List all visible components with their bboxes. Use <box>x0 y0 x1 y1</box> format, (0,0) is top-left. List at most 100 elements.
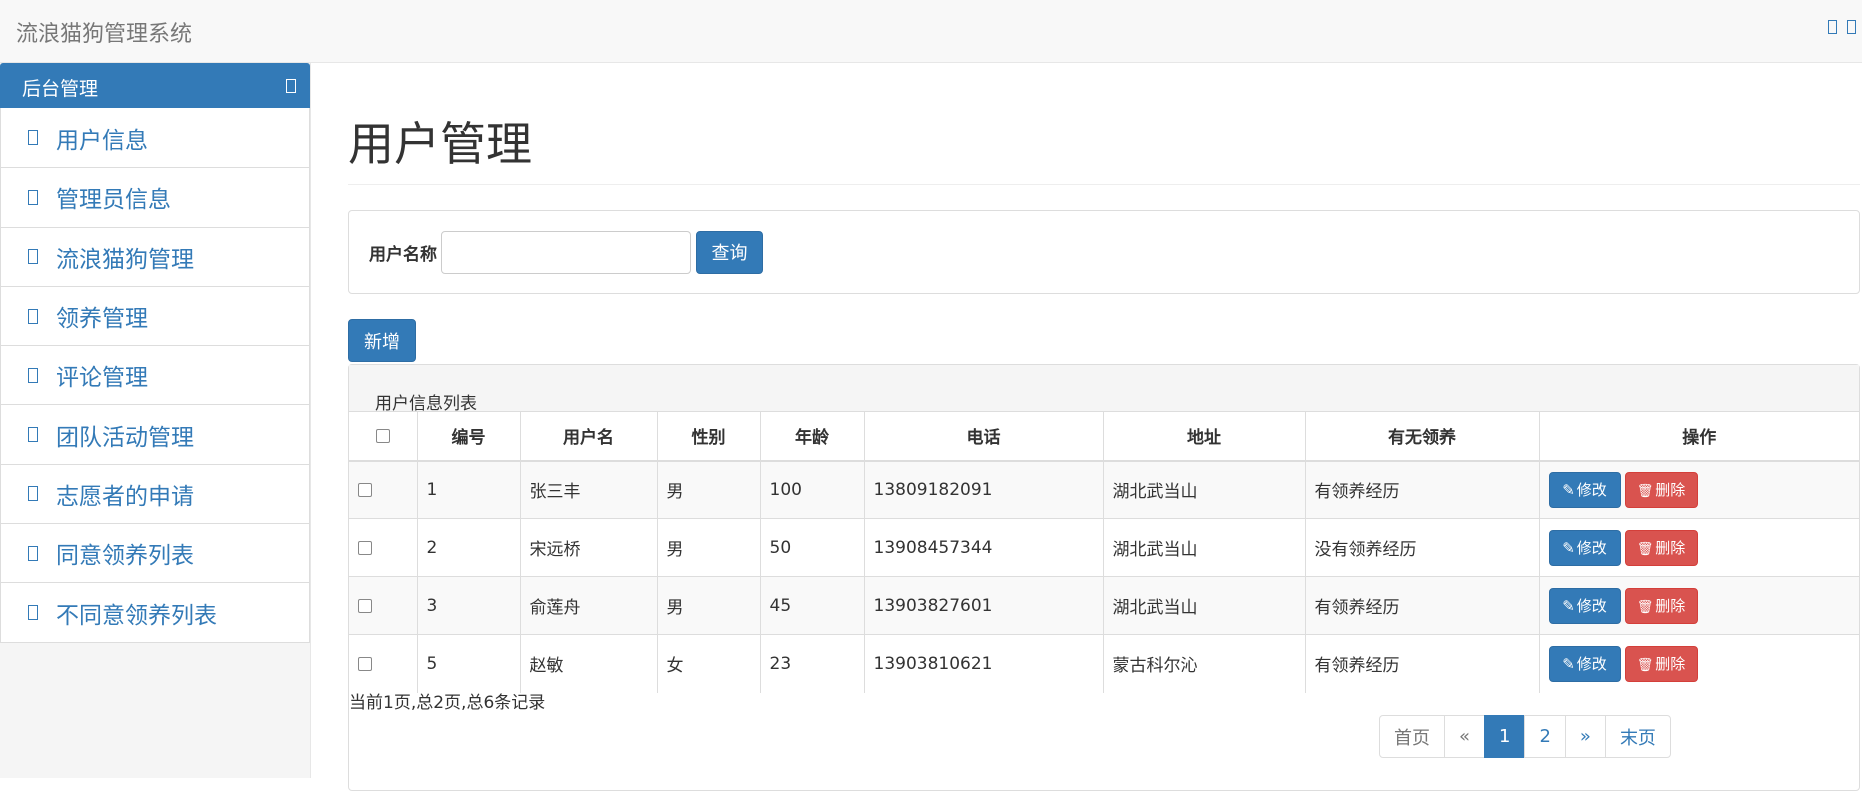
edit-button[interactable]: 修改 <box>1548 471 1621 508</box>
cell-age: 45 <box>759 576 864 635</box>
row-select-cell <box>349 634 417 693</box>
sidebar: 后台管理 用户信息 管理员信息 流浪猫狗管理 领养管理 评论管理 团队活动管理 … <box>0 63 311 778</box>
edit-label: 修改 <box>1576 539 1607 557</box>
page-number[interactable]: 1 <box>1484 715 1526 758</box>
select-all-checkbox[interactable] <box>375 428 390 443</box>
search-label: 用户名称 <box>369 244 437 265</box>
sidebar-item-volunteer-applications[interactable]: 志愿者的申请 <box>1 463 309 523</box>
row-select-cell <box>349 460 417 519</box>
page-next[interactable]: » <box>1564 715 1606 758</box>
cell-phone: 13903827601 <box>863 576 1103 635</box>
page-first[interactable]: 首页 <box>1379 715 1445 758</box>
sidebar-item-comments[interactable]: 评论管理 <box>1 345 309 404</box>
sidebar-item-label: 志愿者的申请 <box>56 483 194 510</box>
column-header[interactable]: 有无领养 <box>1304 411 1539 462</box>
cell-username: 赵敏 <box>519 634 657 693</box>
column-header[interactable]: 编号 <box>416 411 520 462</box>
sidebar-item-label: 管理员信息 <box>56 187 171 214</box>
search-panel: 用户名称 查询 <box>348 210 1860 294</box>
list-icon <box>28 486 38 502</box>
top-icons <box>1828 20 1856 34</box>
user-icon[interactable] <box>1828 20 1837 34</box>
sidebar-item-label: 流浪猫狗管理 <box>56 246 194 273</box>
cell-address: 湖北武当山 <box>1102 576 1305 635</box>
cell-gender: 男 <box>656 576 760 635</box>
page-prev[interactable]: « <box>1444 715 1486 758</box>
edit-button[interactable]: 修改 <box>1548 529 1621 566</box>
column-header[interactable]: 地址 <box>1102 411 1305 462</box>
table-row: 2 宋远桥 男 50 13908457344 湖北武当山 没有领养经历 修改 删除 <box>349 518 1859 577</box>
page-title: 用户管理 <box>348 108 1860 185</box>
cell-address: 蒙古科尔沁 <box>1102 634 1305 693</box>
delete-button[interactable]: 删除 <box>1624 587 1698 624</box>
row-select-cell <box>349 576 417 635</box>
sidebar-item-label: 用户信息 <box>56 127 148 154</box>
list-icon <box>28 249 38 265</box>
list-icon <box>28 308 38 324</box>
pencil-icon <box>1562 597 1577 615</box>
app-brand[interactable]: 流浪猫狗管理系统 <box>16 16 192 48</box>
cell-age: 100 <box>759 460 864 519</box>
list-icon <box>28 427 38 443</box>
sidebar-item-approved-adoptions[interactable]: 同意领养列表 <box>1 523 309 582</box>
sidebar-item-label: 评论管理 <box>56 365 148 392</box>
cell-phone: 13908457344 <box>863 518 1103 577</box>
column-header[interactable]: 性别 <box>656 411 760 462</box>
sidebar-header-label: 后台管理 <box>22 78 99 100</box>
delete-button[interactable]: 删除 <box>1624 471 1698 508</box>
sidebar-header[interactable]: 后台管理 <box>0 63 310 108</box>
delete-button[interactable]: 删除 <box>1624 529 1698 566</box>
sidebar-item-label: 不同意领养列表 <box>56 602 217 629</box>
add-button[interactable]: 新增 <box>348 319 416 362</box>
cell-phone: 13809182091 <box>863 460 1103 519</box>
row-checkbox[interactable] <box>358 482 372 497</box>
page-number[interactable]: 2 <box>1524 715 1566 758</box>
row-checkbox[interactable] <box>358 540 372 555</box>
cell-username: 宋远桥 <box>519 518 657 577</box>
trash-icon <box>1637 655 1656 673</box>
delete-label: 删除 <box>1655 597 1686 615</box>
list-icon <box>28 545 38 561</box>
user-table: 编号 用户名 性别 年龄 电话 地址 有无领养 操作 1 张三丰 男 100 1… <box>349 411 1859 693</box>
delete-button[interactable]: 删除 <box>1624 645 1698 682</box>
pencil-icon <box>1562 539 1577 557</box>
cell-username: 张三丰 <box>519 460 657 519</box>
user-list-panel: 用户信息列表 编号 用户名 性别 年龄 电话 地址 有无领养 操作 1 张三丰 … <box>348 364 1860 791</box>
table-header-row: 编号 用户名 性别 年龄 电话 地址 有无领养 操作 <box>349 411 1859 462</box>
sidebar-item-label: 团队活动管理 <box>56 424 194 451</box>
query-button[interactable]: 查询 <box>696 230 763 274</box>
sidebar-list: 用户信息 管理员信息 流浪猫狗管理 领养管理 评论管理 团队活动管理 志愿者的申… <box>0 108 310 643</box>
column-header[interactable]: 用户名 <box>519 411 657 462</box>
top-navbar: 流浪猫狗管理系统 <box>0 0 1862 63</box>
sidebar-item-user-info[interactable]: 用户信息 <box>1 108 309 167</box>
edit-button[interactable]: 修改 <box>1548 645 1621 682</box>
cell-actions: 修改 删除 <box>1538 576 1859 635</box>
row-checkbox[interactable] <box>358 656 372 671</box>
column-header[interactable]: 电话 <box>863 411 1103 462</box>
select-all-cell <box>349 411 417 462</box>
sidebar-item-adoption[interactable]: 领养管理 <box>1 285 309 345</box>
cell-phone: 13903810621 <box>863 634 1103 693</box>
list-icon <box>28 189 38 205</box>
collapse-icon[interactable] <box>286 79 296 93</box>
cell-actions: 修改 删除 <box>1538 460 1859 519</box>
page-last[interactable]: 末页 <box>1604 715 1671 758</box>
cell-id: 2 <box>416 518 520 577</box>
column-header[interactable]: 年龄 <box>759 411 864 462</box>
sidebar-item-stray-animals[interactable]: 流浪猫狗管理 <box>1 226 309 286</box>
cell-id: 5 <box>416 634 520 693</box>
row-checkbox[interactable] <box>358 598 372 613</box>
table-row: 5 赵敏 女 23 13903810621 蒙古科尔沁 有领养经历 修改 删除 <box>349 634 1859 693</box>
sidebar-item-admin-info[interactable]: 管理员信息 <box>1 167 309 226</box>
cell-address: 湖北武当山 <box>1102 518 1305 577</box>
row-select-cell <box>349 518 417 577</box>
cell-gender: 男 <box>656 518 760 577</box>
cell-gender: 女 <box>656 634 760 693</box>
column-header: 操作 <box>1538 411 1859 462</box>
sidebar-item-team-activities[interactable]: 团队活动管理 <box>1 404 309 463</box>
edit-button[interactable]: 修改 <box>1548 587 1621 624</box>
sidebar-item-rejected-adoptions[interactable]: 不同意领养列表 <box>1 582 309 641</box>
delete-label: 删除 <box>1655 655 1686 674</box>
username-search-input[interactable] <box>441 230 691 274</box>
logout-icon[interactable] <box>1847 20 1856 34</box>
